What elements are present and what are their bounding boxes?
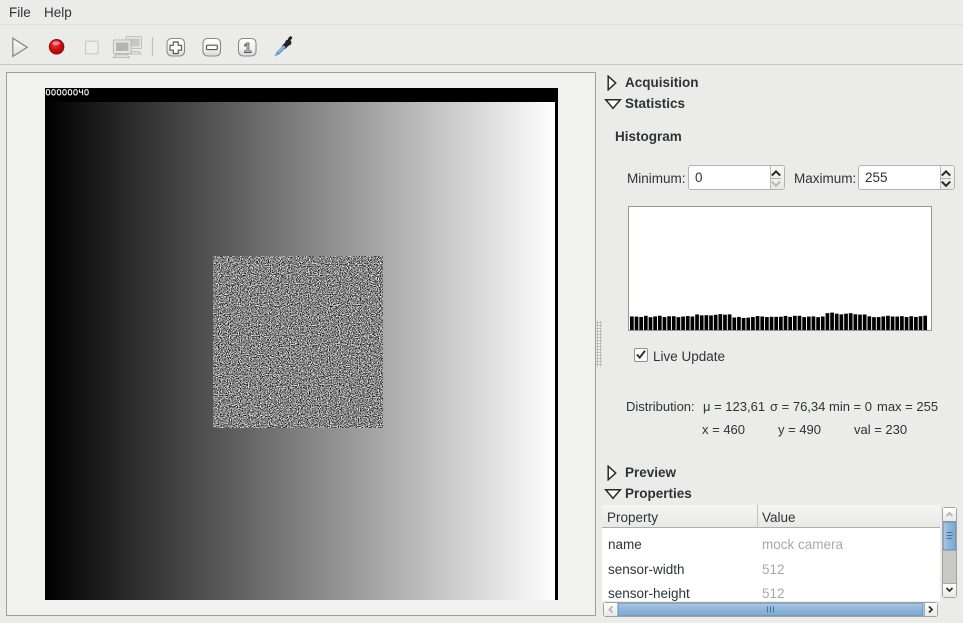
svg-text:1: 1	[244, 41, 252, 56]
